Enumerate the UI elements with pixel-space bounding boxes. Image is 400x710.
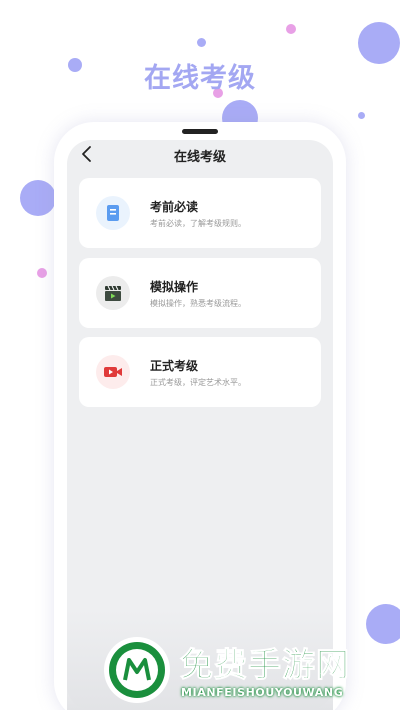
decor-dot: [197, 38, 206, 47]
card-description: 考前必读，了解考级规则。: [150, 219, 246, 228]
video-camera-icon: [104, 367, 122, 377]
document-icon: [107, 205, 119, 221]
phone-speaker: [182, 129, 218, 134]
card-title: 模拟操作: [150, 280, 199, 294]
decor-dot: [358, 112, 365, 119]
watermark-logo-icon: [109, 642, 165, 698]
card-description: 正式考级，评定艺术水平。: [150, 378, 246, 387]
watermark-title: 免费手游网: [180, 645, 350, 685]
watermark-logo: [104, 637, 170, 703]
card-exam-guide[interactable]: 考前必读 考前必读，了解考级规则。: [79, 178, 321, 248]
watermark-subtitle: MIANFEISHOUYOUWANG: [181, 686, 344, 699]
card-description: 模拟操作，熟悉考级流程。: [150, 299, 246, 308]
decor-dot: [37, 268, 47, 278]
nav-title: 在线考级: [173, 150, 226, 165]
card-formal-exam[interactable]: 正式考级 正式考级，评定艺术水平。: [79, 337, 321, 407]
promo-headline: 在线考级: [144, 63, 256, 94]
card-title: 正式考级: [150, 359, 199, 373]
card-icon-bg: [96, 276, 130, 310]
card-title: 考前必读: [150, 200, 199, 214]
card-mock-practice[interactable]: 模拟操作 模拟操作，熟悉考级流程。: [79, 258, 321, 328]
decor-dot: [20, 180, 56, 216]
card-icon-bg: [96, 355, 130, 389]
card-icon-bg: [96, 196, 130, 230]
clapperboard-icon: [105, 285, 121, 301]
decor-dot: [286, 24, 296, 34]
decor-dot: [366, 604, 400, 644]
